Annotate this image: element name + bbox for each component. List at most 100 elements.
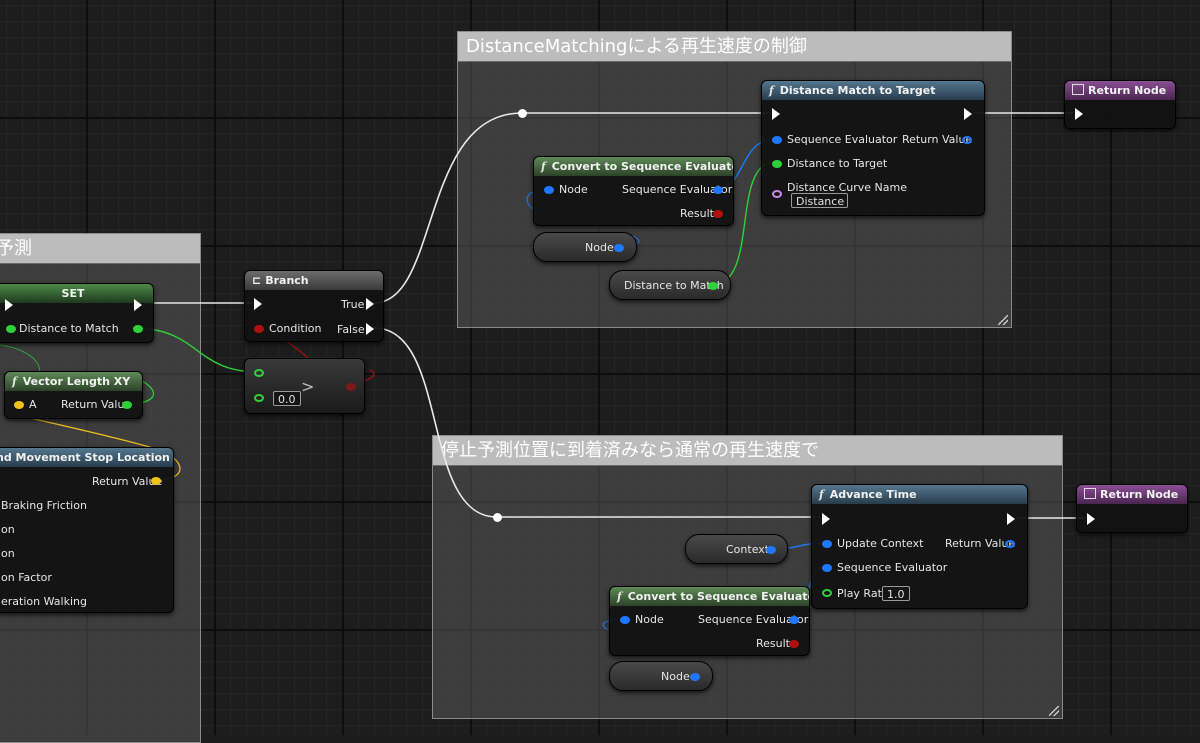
greater-than-node[interactable]: 0.0 > (244, 358, 365, 414)
node-variable-getter[interactable]: Node (533, 232, 637, 262)
exec-out-pin[interactable] (134, 299, 142, 311)
function-icon: f (541, 160, 546, 173)
pin-label: Distance to Target (787, 157, 888, 170)
pin-label: Update Context (837, 537, 924, 550)
node-title: Convert to Sequence Evaluator (627, 590, 809, 603)
distance-curve-name-input[interactable]: Distance (791, 193, 848, 208)
node-title: Return Node (1088, 84, 1167, 97)
node-header: f Distance Match to Target (762, 81, 984, 100)
variable-label: Node (661, 670, 690, 683)
play-rate-input[interactable]: 1.0 (882, 586, 910, 601)
a-in-pin[interactable] (254, 369, 264, 377)
node-in-pin[interactable] (544, 186, 554, 194)
condition-in-pin[interactable] (254, 325, 264, 333)
sequence-evaluator-in-pin[interactable] (772, 136, 782, 144)
result-out-pin[interactable] (789, 640, 799, 648)
exec-in-pin[interactable] (772, 108, 780, 120)
movement-stop-location-node[interactable]: nd Movement Stop Location Return Value B… (0, 447, 174, 613)
pin-label: Result (680, 207, 714, 220)
false-exec-out-pin[interactable] (366, 323, 374, 335)
set-node-header: SET (0, 284, 153, 303)
node-header: Return Node (1065, 81, 1175, 100)
return-node[interactable]: Return Node (1064, 80, 1176, 129)
node-title: Return Node (1100, 488, 1179, 501)
return-node-icon (1084, 488, 1096, 499)
branch-icon: ⊏ (252, 274, 262, 287)
variable-label: Node (585, 241, 614, 254)
return-value-out-pin[interactable] (1005, 540, 1015, 548)
node-out-pin[interactable] (690, 673, 700, 681)
operator-label: > (301, 377, 315, 396)
exec-in-pin[interactable] (1087, 513, 1095, 525)
sequence-evaluator-out-pin[interactable] (713, 186, 723, 194)
node-header: ⊏ Branch (245, 271, 383, 290)
pin-label: Node (635, 613, 664, 626)
function-icon: f (819, 488, 824, 501)
distance-out-pin[interactable] (708, 282, 718, 290)
reroute-node[interactable] (493, 513, 502, 522)
pin-label: on (1, 523, 15, 536)
node-in-pin[interactable] (620, 616, 630, 624)
distance-to-match-out-pin[interactable] (133, 325, 143, 333)
return-node[interactable]: Return Node (1076, 484, 1188, 533)
pin-label: on (1, 547, 15, 560)
distance-to-match-in-pin[interactable] (6, 325, 16, 333)
blueprint-graph-canvas[interactable]: DistanceMatchingによる再生速度の制御 予測 停止予測位置に到着済… (0, 0, 1200, 743)
function-icon: f (769, 84, 774, 97)
exec-in-pin[interactable] (5, 299, 13, 311)
pin-label: on Factor (1, 571, 52, 584)
pin-label: False (337, 323, 365, 336)
context-variable-getter[interactable]: Context (685, 534, 788, 564)
vector-length-xy-node[interactable]: f Vector Length XY A Return Value (4, 371, 143, 419)
exec-in-pin[interactable] (822, 513, 830, 525)
result-out-pin[interactable] (346, 383, 356, 391)
exec-in-pin[interactable] (254, 298, 262, 310)
distance-curve-name-in-pin[interactable] (772, 190, 782, 198)
pin-label: Play Rate (837, 587, 889, 600)
advance-time-node[interactable]: f Advance Time Update Context Return Valu… (811, 484, 1028, 609)
node-out-pin[interactable] (614, 244, 624, 252)
node-variable-getter[interactable]: Node (609, 661, 713, 691)
exec-in-pin[interactable] (1075, 108, 1083, 120)
context-out-pin[interactable] (766, 546, 776, 554)
node-header: f Vector Length XY (5, 372, 142, 391)
variable-label: Context (726, 543, 770, 556)
b-value-input[interactable]: 0.0 (273, 391, 301, 406)
update-context-in-pin[interactable] (822, 540, 832, 548)
float-wire (136, 327, 260, 373)
sequence-evaluator-out-pin[interactable] (789, 616, 799, 624)
node-title: Branch (265, 274, 309, 287)
node-header: Return Node (1077, 485, 1187, 504)
play-rate-in-pin[interactable] (822, 589, 832, 597)
node-title: Distance Match to Target (779, 84, 936, 97)
set-node[interactable]: SET Distance to Match (0, 283, 154, 343)
exec-out-pin[interactable] (964, 108, 972, 120)
return-value-out-pin[interactable] (962, 136, 972, 144)
b-in-pin[interactable] (254, 394, 264, 402)
result-out-pin[interactable] (713, 210, 723, 218)
a-in-pin[interactable] (14, 401, 24, 409)
branch-node[interactable]: ⊏ Branch True Condition False (244, 270, 384, 342)
reroute-node[interactable] (518, 109, 527, 118)
pin-label: True (341, 298, 365, 311)
pin-label: Condition (269, 322, 322, 335)
pin-label: Sequence Evaluator (837, 561, 948, 574)
node-title: Advance Time (829, 488, 917, 501)
return-value-out-pin[interactable] (122, 401, 132, 409)
distance-match-to-target-node[interactable]: f Distance Match to Target Sequence Evalu… (761, 80, 985, 216)
node-header: f Convert to Sequence Evaluator (534, 157, 733, 176)
convert-to-sequence-evaluator-node[interactable]: f Convert to Sequence Evaluator Node Sequ… (609, 586, 810, 656)
distance-to-match-variable-getter[interactable]: Distance to Match (609, 270, 731, 300)
return-value-out-pin[interactable] (151, 477, 161, 485)
pin-label: Sequence Evaluator (787, 133, 898, 146)
distance-to-target-in-pin[interactable] (772, 160, 782, 168)
pin-label: eration Walking (1, 595, 87, 608)
node-title: Convert to Sequence Evaluator (551, 160, 733, 173)
pin-label: Result (756, 637, 790, 650)
exec-out-pin[interactable] (1007, 513, 1015, 525)
wires-layer (0, 112, 1086, 677)
exec-wire (373, 112, 523, 304)
true-exec-out-pin[interactable] (366, 298, 374, 310)
sequence-evaluator-in-pin[interactable] (822, 564, 832, 572)
convert-to-sequence-evaluator-node[interactable]: f Convert to Sequence Evaluator Node Sequ… (533, 156, 734, 226)
